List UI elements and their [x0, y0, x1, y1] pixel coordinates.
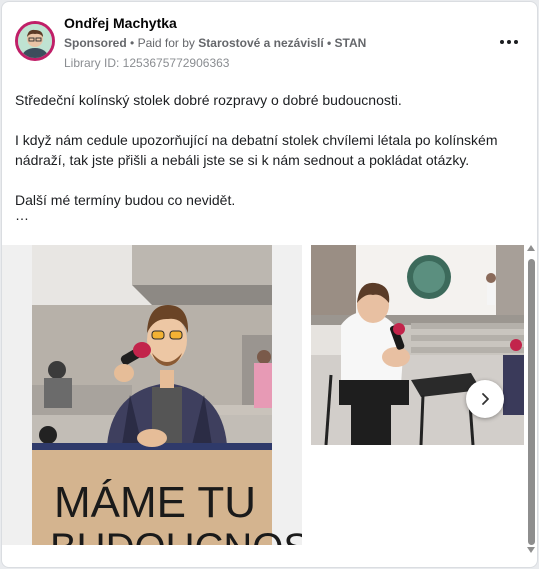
- avatar[interactable]: [15, 21, 55, 61]
- sign-text-line1: MÁME TU: [54, 478, 256, 527]
- more-options-icon-dot: [507, 40, 511, 44]
- photo-man-with-sign: MÁME TU BUDOUCNOSTI: [2, 245, 346, 547]
- sponsored-label: Sponsored: [64, 36, 127, 50]
- see-more-ellipsis[interactable]: …: [15, 207, 29, 223]
- more-options-button[interactable]: [496, 32, 522, 52]
- avatar-image: [18, 24, 52, 58]
- image-carousel: MÁME TU BUDOUCNOSTI: [2, 245, 524, 547]
- more-options-icon-dot: [514, 40, 518, 44]
- meta-separator: •: [130, 36, 135, 50]
- scroll-up-icon[interactable]: [527, 245, 535, 251]
- scroll-down-icon[interactable]: [527, 547, 535, 553]
- post-paragraph: Středeční kolínský stolek dobré rozpravy…: [15, 92, 402, 108]
- scrollbar[interactable]: [527, 245, 536, 556]
- post-text: Středeční kolínský stolek dobré rozpravy…: [15, 90, 515, 210]
- post-paragraph: Další mé termíny budou co nevidět.: [15, 192, 236, 208]
- more-options-icon: [500, 40, 504, 44]
- sign-text-line2: BUDOUCNOSTI: [50, 526, 302, 545]
- paid-for-by-link[interactable]: Starostové a nezávislí • STAN: [198, 36, 366, 50]
- sponsored-line: Sponsored • Paid for by Starostové a nez…: [64, 36, 366, 50]
- carousel-photo-1[interactable]: MÁME TU BUDOUCNOSTI: [2, 245, 346, 547]
- author-name[interactable]: Ondřej Machytka: [64, 15, 177, 31]
- ad-card: Ondřej Machytka Sponsored • Paid for by …: [1, 1, 538, 568]
- scrollbar-thumb[interactable]: [528, 259, 535, 545]
- library-id: Library ID: 1253675772906363: [64, 56, 230, 70]
- carousel-next-button[interactable]: [466, 380, 504, 418]
- paid-for-prefix: Paid for by: [137, 36, 195, 50]
- post-paragraph: I když nám cedule upozorňující na debatn…: [15, 132, 498, 168]
- chevron-right-icon: [482, 393, 489, 405]
